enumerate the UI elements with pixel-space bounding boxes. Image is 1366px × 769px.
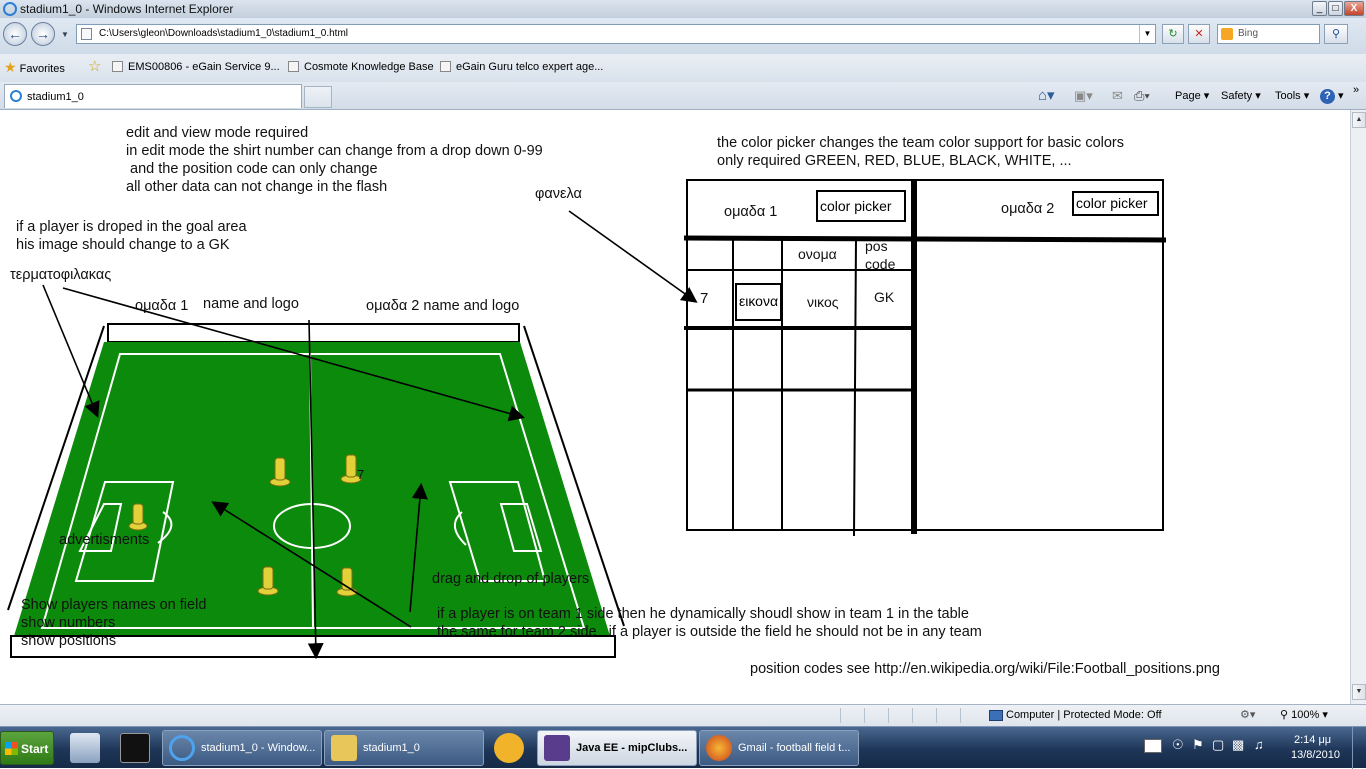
ie-tab-icon <box>10 90 22 102</box>
bing-icon <box>1221 28 1233 40</box>
favorite-item[interactable]: Cosmote Knowledge Base <box>288 54 434 80</box>
show-desktop-button[interactable] <box>1352 727 1366 769</box>
favorite-item[interactable]: eGain Guru telco expert age... <box>440 54 603 80</box>
ie-logo-icon <box>3 2 17 16</box>
scroll-down-icon[interactable]: ▼ <box>1352 684 1366 700</box>
annotation-arrows <box>42 210 698 660</box>
safety-menu[interactable]: Safety ▾ <box>1221 86 1261 106</box>
computer-icon <box>989 710 1003 721</box>
status-segment <box>912 708 934 723</box>
tab-stadium[interactable]: stadium1_0 <box>4 84 302 108</box>
window-title: stadium1_0 - Windows Internet Explorer <box>20 2 234 16</box>
help-menu[interactable]: ? ▾ <box>1320 86 1344 106</box>
close-button[interactable]: X <box>1344 1 1364 16</box>
flag-icon[interactable]: ⚑ <box>1192 737 1204 753</box>
status-bar: Computer | Protected Mode: Off ⚙▾ ⚲ 100%… <box>0 704 1366 726</box>
feeds-icon[interactable]: ▣▾ <box>1074 86 1093 106</box>
tools-menu[interactable]: Tools ▾ <box>1275 86 1309 106</box>
page-menu[interactable]: Page ▾ <box>1175 86 1209 106</box>
ie-icon <box>169 735 195 761</box>
goalkeeper-arrow <box>42 284 100 418</box>
recent-pages-dropdown-icon[interactable]: ▼ <box>61 30 69 39</box>
task-ie[interactable]: stadium1_0 - Window... <box>162 730 322 766</box>
tab-bar: stadium1_0 ⌂▾ ▣▾ ✉ ⎙▾ Page ▾ Safety ▾ To… <box>0 82 1366 110</box>
favorites-bar: ★ Favorites ☆ EMS00806 - eGain Service 9… <box>0 54 1366 82</box>
title-bar: stadium1_0 - Windows Internet Explorer _… <box>0 0 1366 18</box>
refresh-icon: ↻ <box>1168 28 1178 40</box>
status-segment <box>840 708 862 723</box>
volume-icon[interactable]: ♫ <box>1254 737 1264 752</box>
chevron-right-icon[interactable]: » <box>1353 80 1359 100</box>
search-input[interactable]: Bing <box>1217 24 1320 44</box>
zoom-icon: ⚲ <box>1280 709 1289 721</box>
magnifier-icon: ⚲ <box>1331 28 1341 40</box>
address-row: ← → ▼ C:\Users\gleon\Downloads\stadium1_… <box>0 18 1366 54</box>
java-ee-icon <box>544 735 570 761</box>
clock-date[interactable]: 13/8/2010 <box>1291 749 1340 761</box>
system-tray: ☉ ⚑ ▢ ▩ ♫ 2:14 μμ 13/8/2010 <box>1140 727 1366 769</box>
home-icon[interactable]: ⌂▾ <box>1038 86 1055 106</box>
display-icon[interactable]: ▢ <box>1212 737 1224 753</box>
status-segment <box>936 708 958 723</box>
bluetooth-icon[interactable]: ☉ <box>1172 737 1184 753</box>
favorites-label: Favorites <box>19 63 65 75</box>
team-arrow <box>62 287 526 422</box>
forward-button[interactable]: → <box>31 22 55 46</box>
link-icon <box>288 61 299 72</box>
favorite-item[interactable]: EMS00806 - eGain Service 9... <box>112 54 280 80</box>
address-field[interactable]: C:\Users\gleon\Downloads\stadium1_0\stad… <box>76 24 1156 44</box>
back-button[interactable]: ← <box>3 22 27 46</box>
stop-icon: ✕ <box>1194 28 1204 40</box>
tab-label: stadium1_0 <box>27 91 84 103</box>
add-favorite-icon[interactable]: ☆ <box>88 54 101 80</box>
link-icon <box>440 61 451 72</box>
outlook-icon[interactable] <box>494 733 524 763</box>
search-button[interactable]: ⚲ <box>1324 24 1348 44</box>
vertical-scrollbar[interactable]: ▲ ▼ <box>1350 110 1366 704</box>
task-java-ee[interactable]: Java EE - mipClubs... <box>537 730 697 766</box>
zone-label: Computer | Protected Mode: Off <box>1006 709 1162 721</box>
maximize-button[interactable]: □ <box>1328 1 1343 16</box>
address-text: C:\Users\gleon\Downloads\stadium1_0\stad… <box>99 28 349 39</box>
language-icon[interactable] <box>1144 739 1162 753</box>
start-button[interactable]: Start <box>0 731 54 765</box>
stop-button[interactable]: ✕ <box>1188 24 1210 44</box>
folder-icon <box>331 735 357 761</box>
vertical-arrow <box>307 319 324 660</box>
command-prompt-icon[interactable] <box>120 733 150 763</box>
help-icon: ? <box>1320 89 1335 104</box>
task-folder[interactable]: stadium1_0 <box>324 730 484 766</box>
protected-mode-icon[interactable]: ⚙▾ <box>1240 705 1255 726</box>
start-label: Start <box>21 742 49 756</box>
status-segment <box>960 708 982 723</box>
address-dropdown-icon[interactable]: ▼ <box>1139 25 1155 43</box>
star-icon: ★ <box>4 59 17 75</box>
taskbar: Start stadium1_0 - Window... stadium1_0 … <box>0 726 1366 769</box>
fanela-arrow <box>568 210 698 303</box>
search-placeholder: Bing <box>1238 28 1259 39</box>
new-tab-button[interactable] <box>304 86 332 108</box>
favorites-button[interactable]: ★ Favorites <box>4 54 65 82</box>
arrow-left-icon: ← <box>8 26 22 42</box>
network-tool-icon[interactable] <box>70 733 100 763</box>
arrow-right-icon: → <box>36 26 50 42</box>
task-firefox[interactable]: Gmail - football field t... <box>699 730 859 766</box>
minimize-button[interactable]: _ <box>1312 1 1327 16</box>
link-icon <box>112 61 123 72</box>
status-segment <box>864 708 886 723</box>
firefox-icon <box>706 735 732 761</box>
zoom-label[interactable]: ⚲ 100% ▾ <box>1280 705 1328 726</box>
drag-arrow-2 <box>409 482 428 613</box>
status-segment <box>888 708 910 723</box>
page-content: edit and view mode required in edit mode… <box>0 110 1350 704</box>
scroll-up-icon[interactable]: ▲ <box>1352 112 1366 128</box>
page-icon <box>81 28 92 40</box>
print-icon[interactable]: ⎙▾ <box>1134 86 1150 106</box>
clock-time[interactable]: 2:14 μμ <box>1294 734 1331 746</box>
windows-logo-icon <box>5 742 18 755</box>
mail-icon[interactable]: ✉ <box>1112 86 1123 106</box>
refresh-button[interactable]: ↻ <box>1162 24 1184 44</box>
signal-icon[interactable]: ▩ <box>1232 737 1244 753</box>
